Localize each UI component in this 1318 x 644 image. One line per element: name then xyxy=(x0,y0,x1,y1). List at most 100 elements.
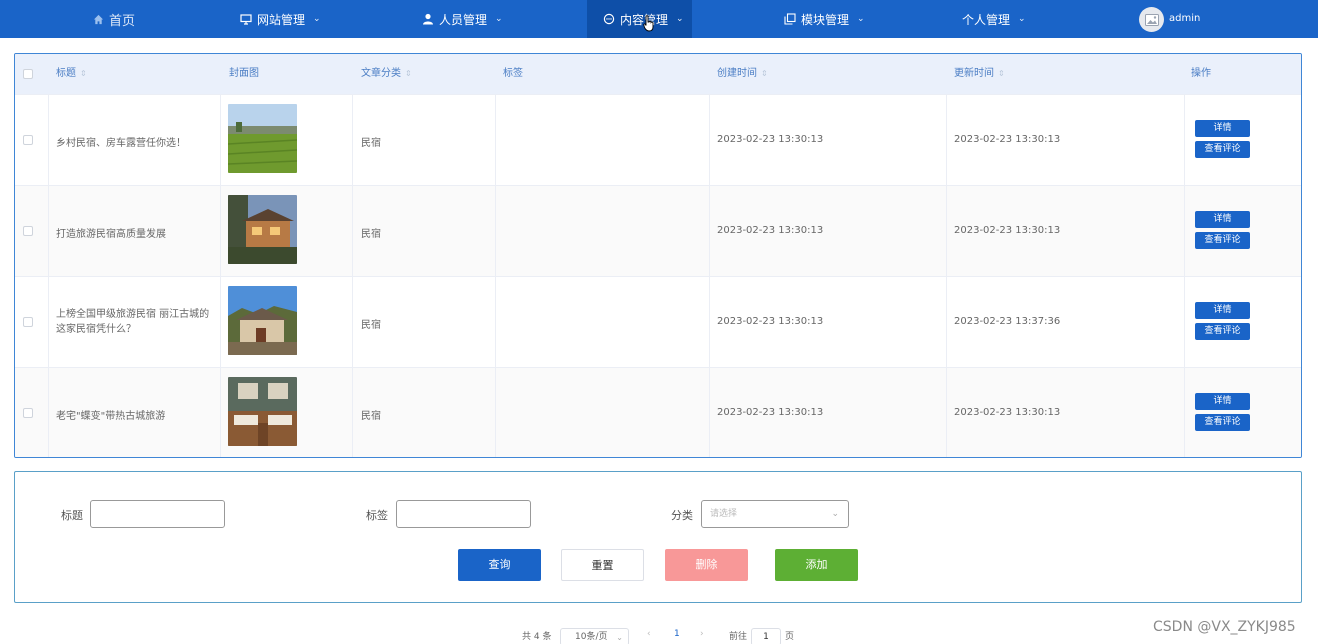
column-divider xyxy=(220,94,221,457)
cover-image xyxy=(228,195,297,264)
table-header: 标题 ⇕ 封面图 文章分类 ⇕ 标签 创建时间 ⇕ 更新时间 ⇕ 操作 xyxy=(15,54,1301,94)
row-title: 上榜全国甲级旅游民宿 丽江古城的这家民宿凭什么？ xyxy=(56,309,210,335)
search-panel: 标题 标签 分类 请选择 ⌄ 查询 重置 删除 添加 xyxy=(14,471,1302,603)
title-label: 标题 xyxy=(61,509,83,522)
detail-button[interactable]: 详情 xyxy=(1195,211,1250,228)
nav-content-management[interactable]: 内容管理 ⌄ xyxy=(587,0,692,38)
avatar[interactable] xyxy=(1139,7,1164,32)
sort-icon[interactable]: ⇕ xyxy=(761,54,768,94)
detail-button[interactable]: 详情 xyxy=(1195,302,1250,319)
column-divider xyxy=(495,94,496,457)
nav-people-management[interactable]: 人员管理 ⌄ xyxy=(422,0,503,38)
row-category: 民宿 xyxy=(361,138,381,149)
current-page[interactable]: 1 xyxy=(674,629,680,644)
goto-suffix: 页 xyxy=(785,632,795,642)
row-title: 老宅"蝶变"带热古城旅游 xyxy=(56,411,166,422)
nav-site-management[interactable]: 网站管理 ⌄ xyxy=(240,0,321,38)
nav-home[interactable]: 首页 xyxy=(92,0,135,38)
detail-button[interactable]: 详情 xyxy=(1195,393,1250,410)
table-row: 乡村民宿、房车露营任你选！ 民宿 2023-02-23 13:30:13 202… xyxy=(15,94,1301,185)
column-divider xyxy=(946,94,947,457)
image-icon xyxy=(1144,13,1159,26)
column-divider xyxy=(352,94,353,457)
chevron-down-icon: ⌄ xyxy=(495,14,503,24)
header-tag: 标签 xyxy=(503,68,523,79)
sort-icon[interactable]: ⇕ xyxy=(998,54,1005,94)
total-count: 共 4 条 xyxy=(522,632,552,642)
row-checkbox[interactable] xyxy=(23,317,33,327)
header-created[interactable]: 创建时间 ⇕ xyxy=(717,54,768,94)
chevron-down-icon: ⌄ xyxy=(831,509,839,519)
category-label: 分类 xyxy=(671,509,693,522)
page-size-select[interactable]: 10条/页 ⌄ xyxy=(560,628,629,644)
user-icon xyxy=(422,13,434,25)
nav-personal-management[interactable]: 个人管理 ⌄ xyxy=(962,0,1026,38)
header-category[interactable]: 文章分类 ⇕ xyxy=(361,54,412,94)
monitor-icon xyxy=(240,13,252,25)
copy-icon xyxy=(784,13,796,25)
prev-page-icon[interactable]: ‹ xyxy=(647,629,651,644)
cover-image xyxy=(228,286,297,355)
top-navbar: 首页 网站管理 ⌄ 人员管理 ⌄ 内容管理 ⌄ 模块管理 ⌄ 个人管理 ⌄ ad xyxy=(0,0,1318,38)
header-updated[interactable]: 更新时间 ⇕ xyxy=(954,54,1005,94)
row-updated: 2023-02-23 13:30:13 xyxy=(954,225,1061,236)
table-row: 上榜全国甲级旅游民宿 丽江古城的这家民宿凭什么？ 民宿 2023-02-23 1… xyxy=(15,276,1301,367)
view-comments-button[interactable]: 查看评论 xyxy=(1195,141,1250,158)
tag-label: 标签 xyxy=(366,509,388,522)
row-created: 2023-02-23 13:30:13 xyxy=(717,316,824,327)
view-comments-button[interactable]: 查看评论 xyxy=(1195,414,1250,431)
header-cover: 封面图 xyxy=(229,68,259,79)
detail-button[interactable]: 详情 xyxy=(1195,120,1250,137)
chevron-down-icon: ⌄ xyxy=(1018,14,1026,24)
chevron-down-icon: ⌄ xyxy=(313,14,321,24)
row-checkbox[interactable] xyxy=(23,226,33,236)
chevron-down-icon: ⌄ xyxy=(616,633,623,642)
add-button[interactable]: 添加 xyxy=(775,549,858,581)
row-category: 民宿 xyxy=(361,411,381,422)
row-created: 2023-02-23 13:30:13 xyxy=(717,407,824,418)
row-updated: 2023-02-23 13:37:36 xyxy=(954,316,1061,327)
hand-cursor-icon xyxy=(643,15,654,32)
table-row: 老宅"蝶变"带热古城旅游 民宿 2023-02-23 13:30:13 2023… xyxy=(15,367,1301,457)
chevron-down-icon: ⌄ xyxy=(676,14,684,24)
column-divider xyxy=(48,94,49,457)
view-comments-button[interactable]: 查看评论 xyxy=(1195,232,1250,249)
cover-image xyxy=(228,377,297,446)
category-select[interactable]: 请选择 ⌄ xyxy=(701,500,849,528)
nav-module-management[interactable]: 模块管理 ⌄ xyxy=(784,0,865,38)
watermark: CSDN @VX_ZYKJ985 xyxy=(1153,619,1296,635)
row-checkbox[interactable] xyxy=(23,408,33,418)
row-title: 乡村民宿、房车露营任你选！ xyxy=(56,138,186,149)
delete-button[interactable]: 删除 xyxy=(665,549,748,581)
row-updated: 2023-02-23 13:30:13 xyxy=(954,407,1061,418)
goto-page-input[interactable]: 1 xyxy=(751,628,781,644)
header-title[interactable]: 标题 ⇕ xyxy=(56,54,87,94)
home-icon xyxy=(92,13,104,25)
reset-button[interactable]: 重置 xyxy=(561,549,644,581)
view-comments-button[interactable]: 查看评论 xyxy=(1195,323,1250,340)
row-category: 民宿 xyxy=(361,229,381,240)
row-checkbox[interactable] xyxy=(23,135,33,145)
goto-prefix: 前往 xyxy=(729,632,748,642)
tag-input[interactable] xyxy=(396,500,531,528)
column-divider xyxy=(1184,94,1185,457)
chevron-down-icon: ⌄ xyxy=(857,14,865,24)
sort-icon[interactable]: ⇕ xyxy=(80,54,87,94)
sort-icon[interactable]: ⇕ xyxy=(405,54,412,94)
table-row: 打造旅游民宿高质量发展 民宿 2023-02-23 13:30:13 2023-… xyxy=(15,185,1301,276)
header-actions: 操作 xyxy=(1191,68,1211,79)
row-created: 2023-02-23 13:30:13 xyxy=(717,225,824,236)
cover-image xyxy=(228,104,297,173)
row-updated: 2023-02-23 13:30:13 xyxy=(954,134,1061,145)
row-created: 2023-02-23 13:30:13 xyxy=(717,134,824,145)
query-button[interactable]: 查询 xyxy=(458,549,541,581)
user-name[interactable]: admin xyxy=(1169,0,1200,38)
content-table: 标题 ⇕ 封面图 文章分类 ⇕ 标签 创建时间 ⇕ 更新时间 ⇕ 操作 乡村民宿、房车露… xyxy=(14,53,1302,458)
select-all-checkbox[interactable] xyxy=(23,69,33,79)
row-category: 民宿 xyxy=(361,320,381,331)
next-page-icon[interactable]: › xyxy=(700,629,704,644)
chat-bubble-icon xyxy=(603,13,615,25)
title-input[interactable] xyxy=(90,500,225,528)
row-title: 打造旅游民宿高质量发展 xyxy=(56,229,166,240)
column-divider xyxy=(709,94,710,457)
